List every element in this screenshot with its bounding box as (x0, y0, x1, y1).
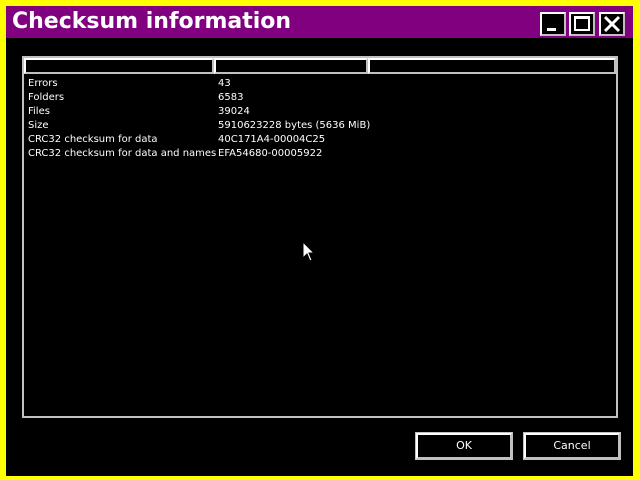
column-header-value[interactable] (214, 58, 368, 74)
cancel-button[interactable]: Cancel (523, 432, 621, 460)
list-header (24, 58, 616, 74)
item-value: 5910623228 bytes (5636 MiB) (218, 120, 371, 131)
maximize-icon (574, 16, 590, 31)
list-item[interactable]: Size 5910623228 bytes (5636 MiB) (28, 119, 608, 133)
list-item[interactable]: CRC32 checksum for data and names EFA546… (28, 147, 608, 161)
list-item[interactable]: Folders 6583 (28, 91, 608, 105)
item-label: CRC32 checksum for data and names (28, 148, 217, 159)
list-item[interactable]: Files 39024 (28, 105, 608, 119)
minimize-button[interactable] (540, 12, 566, 36)
item-label: Errors (28, 78, 58, 89)
ok-button[interactable]: OK (415, 432, 513, 460)
title-bar[interactable]: Checksum information (6, 6, 633, 38)
checksum-dialog: Checksum information Errors 43 Folders 6… (0, 0, 640, 480)
item-value: EFA54680-00005922 (218, 148, 323, 159)
mouse-pointer-icon (302, 241, 316, 262)
list-rows: Errors 43 Folders 6583 Files 39024 Size … (28, 77, 608, 161)
item-value: 6583 (218, 92, 244, 103)
item-label: Files (28, 106, 50, 117)
item-label: CRC32 checksum for data (28, 134, 158, 145)
close-button[interactable] (599, 12, 625, 36)
list-item[interactable]: CRC32 checksum for data 40C171A4-00004C2… (28, 133, 608, 147)
item-value: 39024 (218, 106, 250, 117)
maximize-button[interactable] (569, 12, 595, 36)
dialog-body: Checksum information Errors 43 Folders 6… (6, 6, 633, 476)
minimize-icon (547, 28, 556, 31)
item-value: 40C171A4-00004C25 (218, 134, 326, 145)
item-value: 43 (218, 78, 231, 89)
close-icon (603, 15, 621, 33)
checksum-list[interactable]: Errors 43 Folders 6583 Files 39024 Size … (22, 56, 618, 418)
item-label: Size (28, 120, 49, 131)
window-title: Checksum information (12, 9, 292, 34)
column-header-name[interactable] (24, 58, 214, 74)
item-label: Folders (28, 92, 65, 103)
column-header-extra[interactable] (368, 58, 616, 74)
list-item[interactable]: Errors 43 (28, 77, 608, 91)
